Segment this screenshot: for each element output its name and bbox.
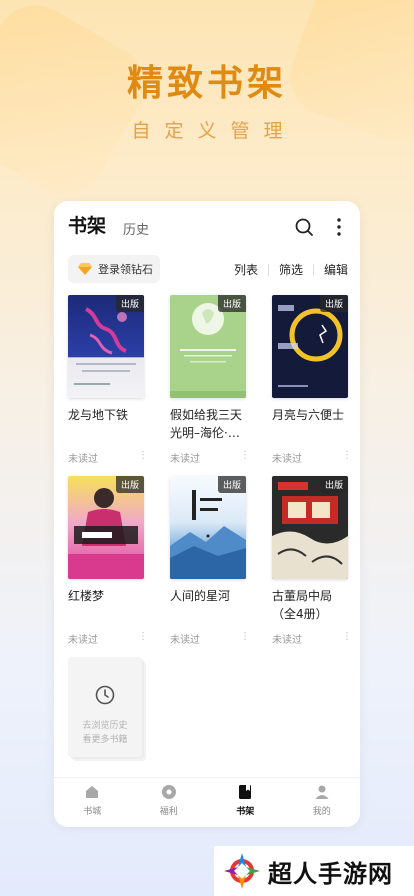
book-cover[interactable]: 出版: [272, 295, 348, 398]
more-icon[interactable]: [334, 217, 344, 237]
login-diamond-label: 登录领钻石: [98, 263, 153, 276]
book-meta: 未读过 ⋮: [170, 450, 250, 465]
user-icon: [315, 785, 329, 799]
tab-bookstore[interactable]: 书城: [54, 778, 131, 827]
read-status: 未读过: [170, 635, 200, 646]
book-item[interactable]: 出版 人间的星河 未读过 ⋮: [170, 476, 250, 646]
history-line-2: 看更多书籍: [82, 735, 128, 745]
tab-label: 书架: [236, 807, 255, 817]
book-cover[interactable]: 出版: [170, 295, 246, 398]
read-status: 未读过: [68, 454, 98, 465]
browse-history-card[interactable]: 去浏览历史 看更多书籍: [68, 657, 142, 757]
history-card-text: 去浏览历史 看更多书籍: [68, 719, 142, 747]
watermark-logo-icon: [224, 853, 260, 889]
tab-profile[interactable]: 我的: [284, 778, 361, 827]
published-badge: 出版: [217, 295, 246, 312]
book-more-icon[interactable]: ⋮: [138, 631, 148, 646]
tab-label: 我的: [312, 807, 331, 817]
diamond-icon: [78, 263, 92, 275]
divider: [267, 263, 269, 276]
book-more-icon[interactable]: ⋮: [240, 631, 250, 646]
book-more-icon[interactable]: ⋮: [138, 450, 148, 465]
published-badge: 出版: [115, 295, 144, 312]
book-item[interactable]: 出版 龙与地下铁 未读过 ⋮: [68, 295, 148, 465]
shelf-actions: 列表 筛选 编辑: [234, 261, 348, 278]
tab-label: 书城: [83, 807, 102, 817]
book-cover[interactable]: 出版: [272, 476, 348, 579]
history-line-1: 去浏览历史: [82, 721, 128, 731]
read-status: 未读过: [68, 635, 98, 646]
edit-button[interactable]: 编辑: [324, 261, 348, 278]
home-icon: [86, 786, 99, 798]
book-cover[interactable]: 出版: [68, 295, 144, 398]
book-more-icon[interactable]: ⋮: [342, 631, 352, 646]
site-watermark: 超人手游网: [214, 846, 414, 896]
bottom-tab-bar: 书城 福利 书架 我的: [54, 777, 360, 827]
bookshelf-card: 书架 历史 登录领钻石 列表 筛选 编辑 出版 龙与地下铁 未读过 ⋮ 出版 假…: [54, 201, 360, 827]
list-view-button[interactable]: 列表: [234, 261, 258, 278]
tab-bookshelf[interactable]: 书架: [68, 211, 106, 238]
published-badge: 出版: [217, 476, 246, 493]
tab-welfare[interactable]: 福利: [131, 778, 208, 827]
published-badge: 出版: [115, 476, 144, 493]
book-meta: 未读过 ⋮: [170, 631, 250, 646]
tab-history[interactable]: 历史: [123, 219, 149, 238]
book-title: 假如给我三天光明–海伦·…: [170, 408, 243, 440]
book-more-icon[interactable]: ⋮: [342, 450, 352, 465]
published-badge: 出版: [319, 476, 348, 493]
filter-button[interactable]: 筛选: [279, 261, 303, 278]
book-title: 红楼梦: [68, 589, 105, 603]
book-item[interactable]: 出版 月亮与六便士 未读过 ⋮: [272, 295, 352, 465]
book-title: 人间的星河: [170, 589, 231, 603]
search-icon[interactable]: [294, 217, 314, 237]
book-cover[interactable]: 出版: [170, 476, 246, 579]
hero-title: 精致书架: [126, 63, 287, 104]
read-status: 未读过: [170, 454, 200, 465]
book-item[interactable]: 出版 红楼梦 未读过 ⋮: [68, 476, 148, 646]
book-title: 龙与地下铁: [68, 408, 129, 422]
tab-bookshelf-nav[interactable]: 书架: [207, 778, 284, 827]
watermark-text: 超人手游网: [268, 859, 393, 888]
tab-label: 福利: [159, 807, 178, 817]
clock-icon: [95, 685, 115, 705]
book-title: 古董局中局（全4册）: [272, 589, 333, 621]
book-item[interactable]: 出版 假如给我三天光明–海伦·… 未读过 ⋮: [170, 295, 250, 465]
hero-subtitle: 自定义管理: [131, 120, 297, 142]
book-meta: 未读过 ⋮: [68, 631, 148, 646]
read-status: 未读过: [272, 454, 302, 465]
book-title: 月亮与六便士: [272, 408, 345, 422]
bookmark-icon: [239, 785, 252, 799]
divider: [312, 263, 314, 276]
book-meta: 未读过 ⋮: [272, 631, 352, 646]
top-bar: 书架 历史: [68, 211, 350, 245]
gift-icon: [161, 785, 176, 799]
login-diamond-button[interactable]: 登录领钻石: [68, 255, 160, 283]
book-item[interactable]: 出版 古董局中局（全4册） 未读过 ⋮: [272, 476, 352, 646]
book-meta: 未读过 ⋮: [68, 450, 148, 465]
book-cover[interactable]: 出版: [68, 476, 144, 579]
read-status: 未读过: [272, 635, 302, 646]
published-badge: 出版: [319, 295, 348, 312]
book-meta: 未读过 ⋮: [272, 450, 352, 465]
book-more-icon[interactable]: ⋮: [240, 450, 250, 465]
